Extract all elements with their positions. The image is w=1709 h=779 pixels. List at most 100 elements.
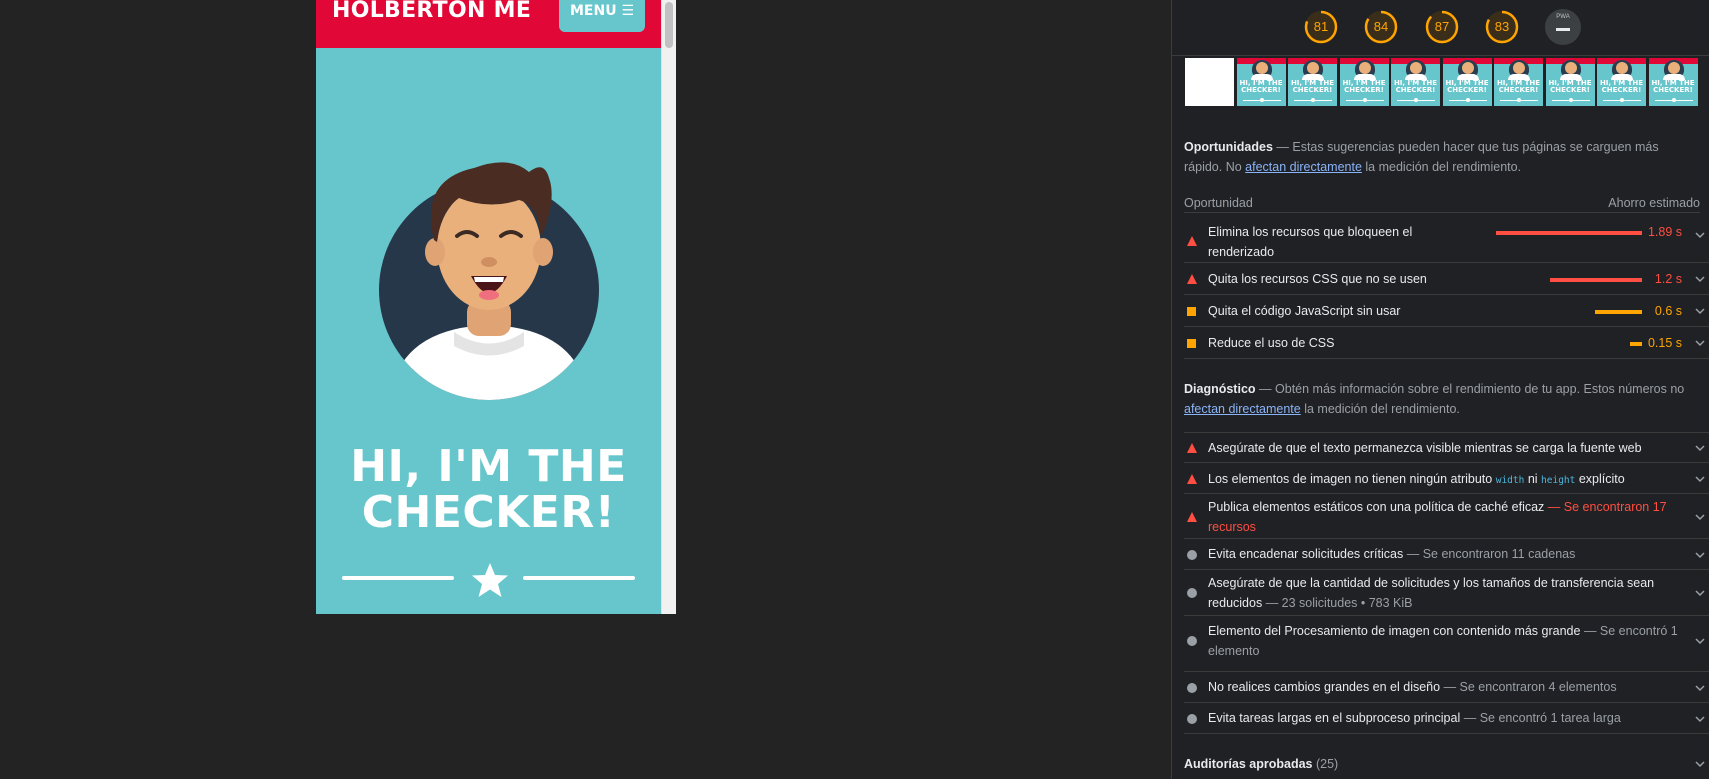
hero-title: HI, I'M THE CHECKER! (316, 444, 661, 536)
hero-line-1: HI, I'M THE (350, 441, 627, 492)
pwa-badge[interactable]: PWA (1545, 9, 1581, 45)
savings-value: 0.6 s (1654, 304, 1682, 318)
frame-title: HI, I'M THE CHECKER! (1393, 79, 1438, 94)
chevron-down-icon[interactable] (1694, 758, 1706, 770)
score-value: 81 (1313, 19, 1329, 34)
frame-face (1358, 62, 1371, 74)
star-icon (472, 563, 508, 597)
diagnostics-link[interactable]: afectan directamente (1184, 402, 1301, 416)
diagnostic-text: Elemento del Procesamiento de imagen con… (1208, 624, 1581, 638)
chevron-down-icon[interactable] (1694, 682, 1706, 694)
opportunities-header: Oportunidades — Estas sugerencias pueden… (1184, 140, 1659, 174)
passed-audits[interactable]: Auditorías aprobadas (25) (1184, 754, 1709, 774)
diagnostic-meta: Se encontraron 11 cadenas (1422, 547, 1576, 561)
score-gauge[interactable]: 84 (1363, 9, 1399, 45)
savings-bar (1630, 342, 1642, 346)
info-icon (1187, 714, 1197, 724)
diagnostic-label: Publica elementos estáticos con una polí… (1208, 500, 1667, 534)
frame-star (1568, 98, 1573, 102)
divider-line-left (342, 576, 454, 580)
column-opportunity: Oportunidad (1184, 196, 1253, 210)
diagnostic-text: Evita tareas largas en el subproceso pri… (1208, 711, 1461, 725)
avatar-illustration (379, 162, 599, 400)
info-icon (1187, 550, 1197, 560)
opportunity-row[interactable]: Quita el código JavaScript sin usar 0.6 … (1184, 296, 1709, 327)
filmstrip: HI, I'M THE CHECKER! HI, I'M THE CHECKER!… (1184, 57, 1709, 107)
diagnostic-row[interactable]: Evita tareas largas en el subproceso pri… (1184, 704, 1709, 734)
opportunity-row[interactable]: Elimina los recursos que bloqueen el ren… (1184, 220, 1709, 263)
divider-line-right (523, 576, 635, 580)
frame-star (1259, 98, 1264, 102)
diagnostic-label-start: Los elementos de imagen no tienen ningún… (1208, 472, 1493, 486)
chevron-down-icon[interactable] (1694, 549, 1706, 561)
chevron-down-icon[interactable] (1694, 713, 1706, 725)
score-value: 87 (1434, 19, 1450, 34)
chevron-down-icon[interactable] (1694, 473, 1706, 485)
diagnostic-row[interactable]: Elemento del Procesamiento de imagen con… (1184, 617, 1709, 672)
frame-face (1513, 62, 1525, 74)
frame-title: HI, I'M THE CHECKER! (1599, 79, 1644, 94)
frame-title: HI, I'M THE CHECKER! (1239, 79, 1283, 94)
diagnostic-text: Evita encadenar solicitudes críticas (1208, 547, 1404, 561)
score-gauge[interactable]: 83 (1484, 9, 1520, 45)
menu-button[interactable]: MENU ☰ (559, 0, 645, 32)
score-value: 83 (1494, 19, 1510, 34)
diagnostic-row[interactable]: Asegúrate de que el texto permanezca vis… (1184, 432, 1709, 463)
frame-star (1517, 98, 1521, 102)
pwa-dash (1556, 28, 1570, 31)
chevron-down-icon[interactable] (1694, 337, 1706, 349)
chevron-down-icon[interactable] (1694, 635, 1706, 647)
frame-face (1667, 62, 1680, 74)
score-gauge[interactable]: 81 (1303, 9, 1339, 45)
scroll-thumb[interactable] (665, 2, 673, 48)
frame-face (1255, 62, 1268, 74)
frame-star (1671, 98, 1676, 102)
diagnostics-desc: Obtén más información sobre el rendimien… (1275, 382, 1685, 396)
filmstrip-frame: HI, I'M THE CHECKER! (1390, 57, 1441, 107)
diagnostic-meta: Se encontró 1 tarea larga (1479, 711, 1621, 725)
diagnostic-label: Evita tareas largas en el subproceso pri… (1208, 711, 1621, 725)
chevron-down-icon[interactable] (1694, 305, 1706, 317)
filmstrip-frame: HI, I'M THE CHECKER! (1235, 57, 1287, 107)
score-gauge[interactable]: 87 (1424, 9, 1460, 45)
passed-audits-count: (25) (1315, 757, 1339, 771)
diagnostic-row[interactable]: No realices cambios grandes en el diseño… (1184, 673, 1709, 703)
device-preview: HOLBERTON ME MENU ☰ HI, I'M THE CHECKER! (316, 0, 676, 614)
diagnostic-row[interactable]: Asegúrate de que la cantidad de solicitu… (1184, 571, 1709, 616)
average-icon (1187, 339, 1196, 348)
diagnostic-row[interactable]: Los elementos de imagen no tienen ningún… (1184, 464, 1709, 494)
filmstrip-frame-blank (1184, 57, 1235, 107)
diagnostic-label: Evita encadenar solicitudes críticas — S… (1208, 547, 1576, 561)
score-gauges: 81 84 87 83 PWA (1172, 0, 1709, 56)
chevron-down-icon[interactable] (1694, 229, 1706, 241)
fail-icon (1187, 236, 1197, 246)
chevron-down-icon[interactable] (1694, 273, 1706, 285)
diagnostic-label-end: explícito (1578, 472, 1625, 486)
chevron-down-icon[interactable] (1694, 587, 1706, 599)
diagnostics-header: Diagnóstico — Obtén más información sobr… (1184, 382, 1685, 416)
diagnostic-label: Asegúrate de que la cantidad de solicitu… (1208, 576, 1655, 610)
code-width: width (1495, 475, 1525, 486)
opportunity-row[interactable]: Quita los recursos CSS que no se usen 1.… (1184, 264, 1709, 295)
chevron-down-icon[interactable] (1694, 511, 1706, 523)
diagnostic-row[interactable]: Publica elementos estáticos con una polí… (1184, 495, 1709, 539)
chevron-down-icon[interactable] (1694, 442, 1706, 454)
frame-title: HI, I'M THE CHECKER! (1548, 79, 1592, 94)
score-value: 84 (1373, 19, 1389, 34)
device-scrollbar[interactable] (661, 0, 676, 614)
filmstrip-frame: HI, I'M THE CHECKER! (1338, 57, 1390, 107)
diagnostic-row[interactable]: Evita encadenar solicitudes críticas — S… (1184, 540, 1709, 570)
savings-value: 1.2 s (1654, 272, 1682, 286)
fail-icon (1187, 274, 1197, 284)
site-brand[interactable]: HOLBERTON ME (332, 0, 531, 22)
fail-icon (1187, 512, 1197, 522)
diagnostics-desc-end: la medición del rendimiento. (1304, 402, 1460, 416)
diagnostic-meta: 23 solicitudes • 783 KiB (1281, 596, 1413, 610)
opportunities-link[interactable]: afectan directamente (1245, 160, 1362, 174)
column-savings: Ahorro estimado (1608, 196, 1700, 210)
average-icon (1187, 307, 1196, 316)
frame-title: HI, I'M THE CHECKER! (1290, 79, 1335, 94)
opportunity-row[interactable]: Reduce el uso de CSS 0.15 s (1184, 328, 1709, 359)
diagnostic-text: Publica elementos estáticos con una polí… (1208, 500, 1545, 514)
diagnostics-title: Diagnóstico (1184, 382, 1256, 396)
